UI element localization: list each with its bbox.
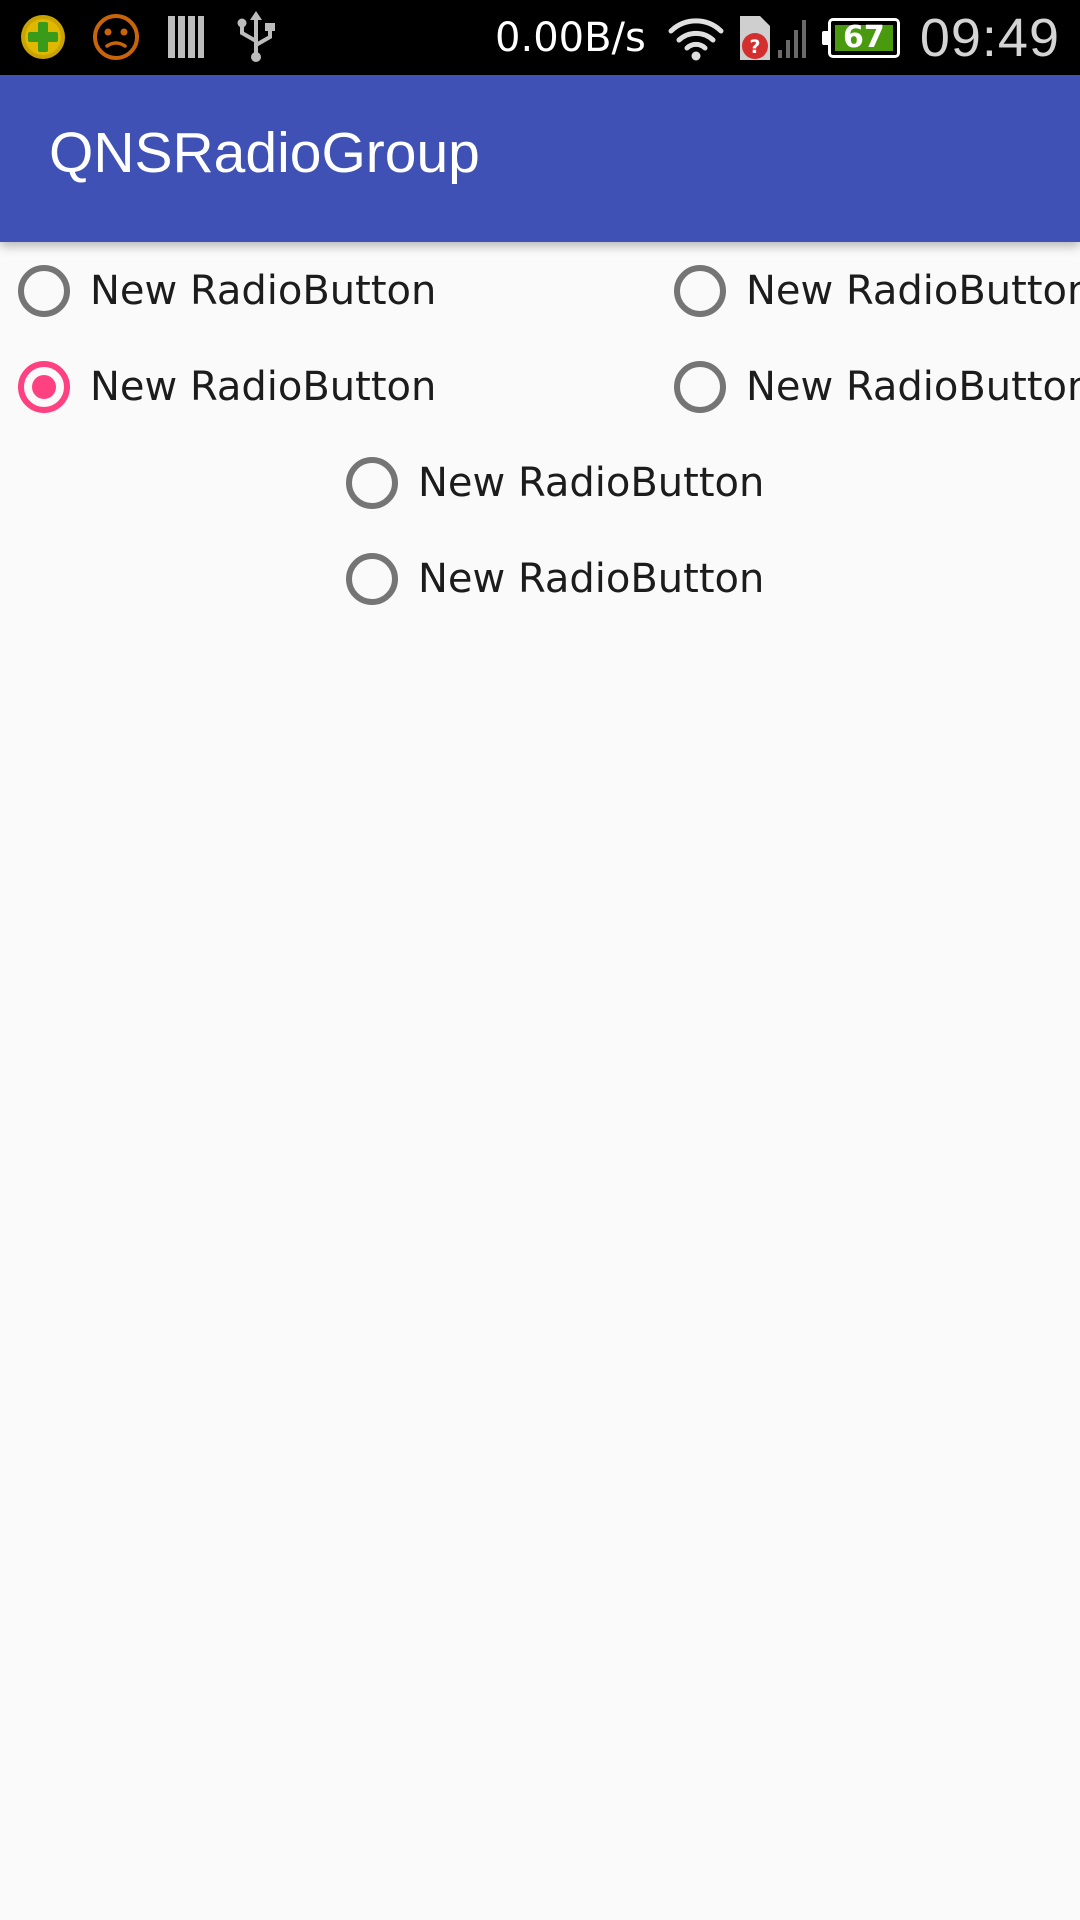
radio-label: New RadioButton [418,460,765,506]
app-bar: QNSRadioGroup [0,75,1080,242]
face-notification-icon [93,14,139,60]
radio-indicator [346,457,398,509]
radio-button-4[interactable]: New RadioButton [674,339,1080,435]
radio-label: New RadioButton [418,556,765,602]
radio-indicator [18,265,70,317]
app-notification-icon [21,15,65,59]
radio-indicator [346,553,398,605]
radio-indicator [674,265,726,317]
radio-button-3[interactable]: New RadioButton [18,339,436,435]
battery-level: 67 [842,19,885,55]
usb-icon [237,11,275,62]
radio-button-5[interactable]: New RadioButton [346,435,764,531]
wifi-icon [668,17,724,60]
svg-text:?: ? [749,36,760,58]
radio-indicator [674,361,726,413]
network-speed: 0.00B/s [495,14,646,61]
radio-label: New RadioButton [90,268,437,314]
notification-icons [20,11,280,62]
status-bar: 0.00B/s ? 67 09:49 [0,0,1080,75]
radio-button-2[interactable]: New RadioButton [674,243,1080,339]
radio-label: New RadioButton [746,364,1080,410]
radio-selected-dot [32,375,56,399]
radio-button-6[interactable]: New RadioButton [346,531,764,627]
radio-label: New RadioButton [746,268,1080,314]
radio-label: New RadioButton [90,364,437,410]
signal-icon [777,19,806,58]
battery-icon: 67 [821,17,900,58]
sim-unknown-icon: ? [739,15,770,60]
radio-indicator [18,361,70,413]
page-title: QNSRadioGroup [49,121,480,185]
system-status: 0.00B/s ? 67 09:49 [495,0,1060,75]
radio-button-1[interactable]: New RadioButton [18,243,436,339]
library-icon [168,16,204,58]
clock: 09:49 [919,7,1060,68]
